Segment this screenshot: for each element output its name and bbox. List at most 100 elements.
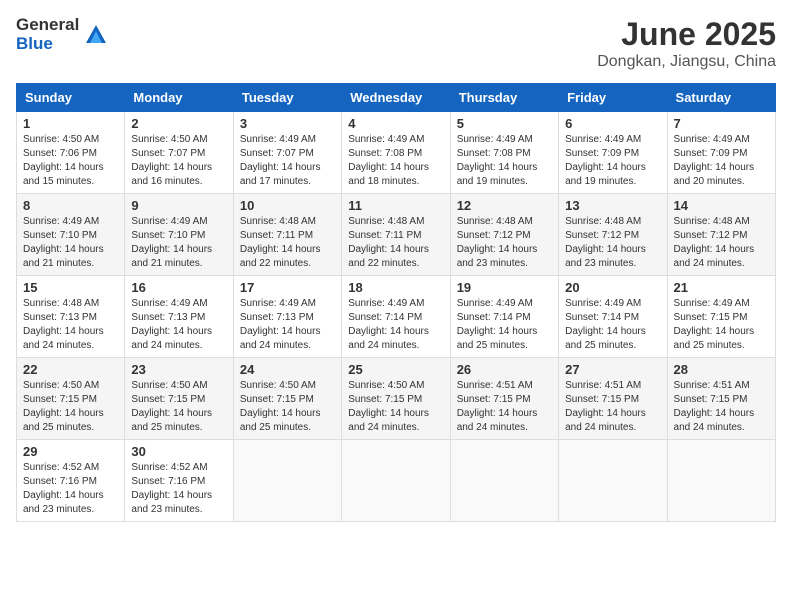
title-area: June 2025 Dongkan, Jiangsu, China — [597, 16, 776, 71]
day-number: 12 — [457, 198, 552, 213]
table-cell — [559, 440, 667, 522]
day-info: Sunrise: 4:49 AMSunset: 7:07 PMDaylight:… — [240, 134, 321, 187]
day-number: 25 — [348, 362, 443, 377]
table-cell: 23 Sunrise: 4:50 AMSunset: 7:15 PMDaylig… — [125, 358, 233, 440]
table-cell — [342, 440, 450, 522]
table-cell: 21 Sunrise: 4:49 AMSunset: 7:15 PMDaylig… — [667, 276, 775, 358]
day-info: Sunrise: 4:48 AMSunset: 7:13 PMDaylight:… — [23, 298, 104, 351]
day-number: 10 — [240, 198, 335, 213]
table-cell: 14 Sunrise: 4:48 AMSunset: 7:12 PMDaylig… — [667, 194, 775, 276]
day-info: Sunrise: 4:51 AMSunset: 7:15 PMDaylight:… — [457, 380, 538, 433]
day-number: 2 — [131, 116, 226, 131]
day-number: 22 — [23, 362, 118, 377]
table-cell: 18 Sunrise: 4:49 AMSunset: 7:14 PMDaylig… — [342, 276, 450, 358]
col-monday: Monday — [125, 84, 233, 112]
day-info: Sunrise: 4:49 AMSunset: 7:08 PMDaylight:… — [348, 134, 429, 187]
day-info: Sunrise: 4:48 AMSunset: 7:12 PMDaylight:… — [565, 216, 646, 269]
table-cell: 24 Sunrise: 4:50 AMSunset: 7:15 PMDaylig… — [233, 358, 341, 440]
day-number: 1 — [23, 116, 118, 131]
day-number: 30 — [131, 444, 226, 459]
day-info: Sunrise: 4:51 AMSunset: 7:15 PMDaylight:… — [674, 380, 755, 433]
table-cell: 11 Sunrise: 4:48 AMSunset: 7:11 PMDaylig… — [342, 194, 450, 276]
table-cell: 26 Sunrise: 4:51 AMSunset: 7:15 PMDaylig… — [450, 358, 558, 440]
table-cell: 12 Sunrise: 4:48 AMSunset: 7:12 PMDaylig… — [450, 194, 558, 276]
day-info: Sunrise: 4:49 AMSunset: 7:14 PMDaylight:… — [348, 298, 429, 351]
day-number: 21 — [674, 280, 769, 295]
day-info: Sunrise: 4:49 AMSunset: 7:09 PMDaylight:… — [674, 134, 755, 187]
table-cell — [450, 440, 558, 522]
month-year-title: June 2025 — [597, 16, 776, 53]
day-info: Sunrise: 4:49 AMSunset: 7:13 PMDaylight:… — [240, 298, 321, 351]
day-number: 9 — [131, 198, 226, 213]
col-saturday: Saturday — [667, 84, 775, 112]
table-cell: 20 Sunrise: 4:49 AMSunset: 7:14 PMDaylig… — [559, 276, 667, 358]
page-header: General Blue June 2025 Dongkan, Jiangsu,… — [16, 16, 776, 71]
day-number: 14 — [674, 198, 769, 213]
location-subtitle: Dongkan, Jiangsu, China — [597, 53, 776, 71]
col-wednesday: Wednesday — [342, 84, 450, 112]
table-cell: 16 Sunrise: 4:49 AMSunset: 7:13 PMDaylig… — [125, 276, 233, 358]
day-info: Sunrise: 4:48 AMSunset: 7:11 PMDaylight:… — [240, 216, 321, 269]
day-info: Sunrise: 4:52 AMSunset: 7:16 PMDaylight:… — [23, 462, 104, 515]
calendar-header-row: Sunday Monday Tuesday Wednesday Thursday… — [17, 84, 776, 112]
table-cell: 4 Sunrise: 4:49 AMSunset: 7:08 PMDayligh… — [342, 112, 450, 194]
table-cell — [233, 440, 341, 522]
table-cell: 7 Sunrise: 4:49 AMSunset: 7:09 PMDayligh… — [667, 112, 775, 194]
day-number: 8 — [23, 198, 118, 213]
day-info: Sunrise: 4:50 AMSunset: 7:06 PMDaylight:… — [23, 134, 104, 187]
day-info: Sunrise: 4:51 AMSunset: 7:15 PMDaylight:… — [565, 380, 646, 433]
day-info: Sunrise: 4:48 AMSunset: 7:11 PMDaylight:… — [348, 216, 429, 269]
day-number: 28 — [674, 362, 769, 377]
table-cell: 29 Sunrise: 4:52 AMSunset: 7:16 PMDaylig… — [17, 440, 125, 522]
day-number: 4 — [348, 116, 443, 131]
table-cell: 19 Sunrise: 4:49 AMSunset: 7:14 PMDaylig… — [450, 276, 558, 358]
table-cell — [667, 440, 775, 522]
logo-general-text: General — [16, 16, 79, 35]
day-info: Sunrise: 4:48 AMSunset: 7:12 PMDaylight:… — [674, 216, 755, 269]
day-number: 3 — [240, 116, 335, 131]
day-info: Sunrise: 4:50 AMSunset: 7:15 PMDaylight:… — [23, 380, 104, 433]
day-number: 5 — [457, 116, 552, 131]
day-info: Sunrise: 4:50 AMSunset: 7:15 PMDaylight:… — [131, 380, 212, 433]
table-cell: 15 Sunrise: 4:48 AMSunset: 7:13 PMDaylig… — [17, 276, 125, 358]
table-cell: 8 Sunrise: 4:49 AMSunset: 7:10 PMDayligh… — [17, 194, 125, 276]
day-info: Sunrise: 4:49 AMSunset: 7:14 PMDaylight:… — [565, 298, 646, 351]
day-number: 27 — [565, 362, 660, 377]
day-number: 6 — [565, 116, 660, 131]
day-number: 19 — [457, 280, 552, 295]
day-info: Sunrise: 4:49 AMSunset: 7:13 PMDaylight:… — [131, 298, 212, 351]
table-cell: 25 Sunrise: 4:50 AMSunset: 7:15 PMDaylig… — [342, 358, 450, 440]
table-cell: 30 Sunrise: 4:52 AMSunset: 7:16 PMDaylig… — [125, 440, 233, 522]
col-tuesday: Tuesday — [233, 84, 341, 112]
logo: General Blue — [16, 16, 110, 53]
calendar-table: Sunday Monday Tuesday Wednesday Thursday… — [16, 83, 776, 522]
day-number: 20 — [565, 280, 660, 295]
table-cell: 10 Sunrise: 4:48 AMSunset: 7:11 PMDaylig… — [233, 194, 341, 276]
col-sunday: Sunday — [17, 84, 125, 112]
day-info: Sunrise: 4:50 AMSunset: 7:07 PMDaylight:… — [131, 134, 212, 187]
day-info: Sunrise: 4:49 AMSunset: 7:15 PMDaylight:… — [674, 298, 755, 351]
day-number: 29 — [23, 444, 118, 459]
table-cell: 22 Sunrise: 4:50 AMSunset: 7:15 PMDaylig… — [17, 358, 125, 440]
logo-icon — [82, 21, 110, 49]
day-info: Sunrise: 4:49 AMSunset: 7:14 PMDaylight:… — [457, 298, 538, 351]
day-info: Sunrise: 4:49 AMSunset: 7:10 PMDaylight:… — [23, 216, 104, 269]
day-info: Sunrise: 4:50 AMSunset: 7:15 PMDaylight:… — [348, 380, 429, 433]
table-cell: 5 Sunrise: 4:49 AMSunset: 7:08 PMDayligh… — [450, 112, 558, 194]
day-number: 16 — [131, 280, 226, 295]
logo-blue-text: Blue — [16, 35, 79, 54]
col-thursday: Thursday — [450, 84, 558, 112]
table-cell: 3 Sunrise: 4:49 AMSunset: 7:07 PMDayligh… — [233, 112, 341, 194]
day-number: 13 — [565, 198, 660, 213]
table-cell: 28 Sunrise: 4:51 AMSunset: 7:15 PMDaylig… — [667, 358, 775, 440]
day-info: Sunrise: 4:49 AMSunset: 7:10 PMDaylight:… — [131, 216, 212, 269]
table-cell: 27 Sunrise: 4:51 AMSunset: 7:15 PMDaylig… — [559, 358, 667, 440]
day-number: 15 — [23, 280, 118, 295]
day-info: Sunrise: 4:48 AMSunset: 7:12 PMDaylight:… — [457, 216, 538, 269]
day-number: 23 — [131, 362, 226, 377]
day-number: 26 — [457, 362, 552, 377]
table-cell: 17 Sunrise: 4:49 AMSunset: 7:13 PMDaylig… — [233, 276, 341, 358]
table-cell: 9 Sunrise: 4:49 AMSunset: 7:10 PMDayligh… — [125, 194, 233, 276]
day-number: 7 — [674, 116, 769, 131]
day-info: Sunrise: 4:52 AMSunset: 7:16 PMDaylight:… — [131, 462, 212, 515]
